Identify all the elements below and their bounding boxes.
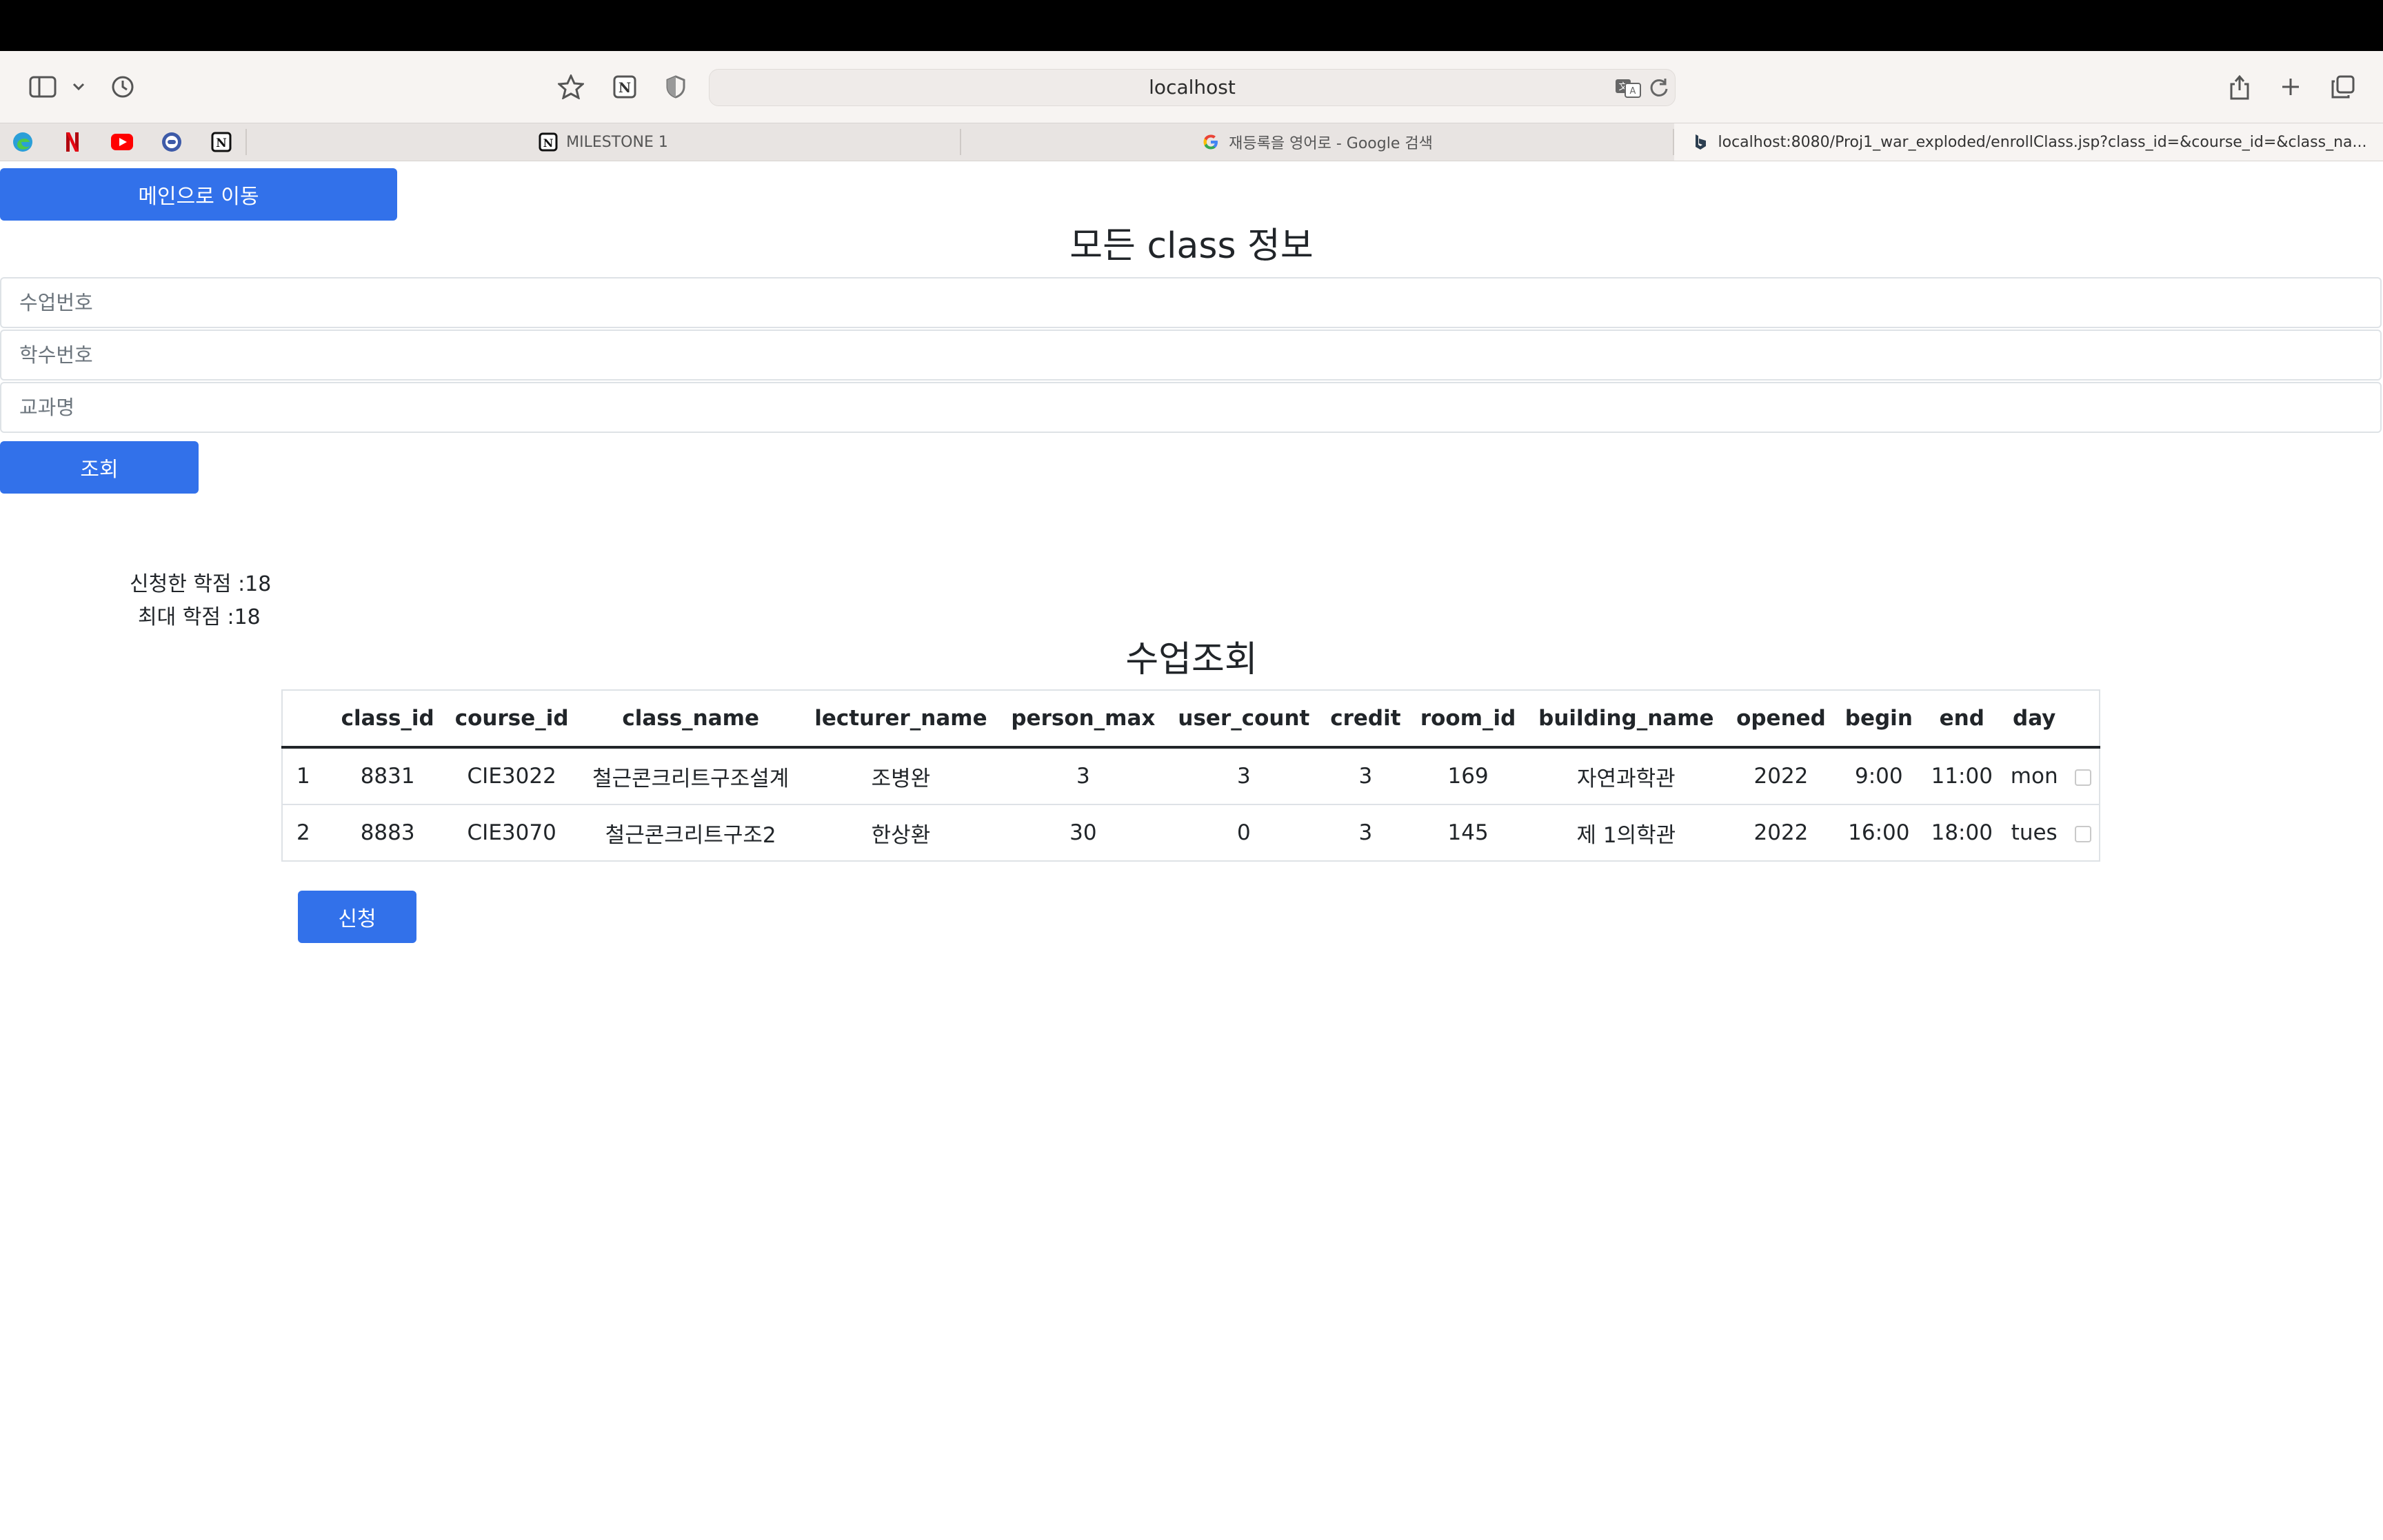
svg-text:N: N xyxy=(543,136,554,150)
column-header-class-name: class_name xyxy=(579,690,803,749)
column-header-credit: credit xyxy=(1320,690,1411,749)
class-name-search-input[interactable] xyxy=(0,382,2382,433)
table-title: 수업조회 xyxy=(1125,639,1258,680)
column-header-course-id: course_id xyxy=(444,690,580,749)
youtube-icon[interactable] xyxy=(110,130,134,154)
row-index: 2 xyxy=(282,804,331,862)
google-icon xyxy=(1201,132,1220,152)
cell-begin: 16:00 xyxy=(1836,804,1922,862)
tab-label: MILESTONE 1 xyxy=(566,133,668,151)
tab-enroll-class[interactable]: localhost:8080/Proj1_war_exploded/enroll… xyxy=(1674,123,2383,161)
max-credits-text: 최대 학점 :18 xyxy=(138,605,261,629)
course-id-search-input[interactable] xyxy=(0,330,2382,381)
row-select-checkbox[interactable] xyxy=(2074,769,2091,786)
tab-milestone[interactable]: N MILESTONE 1 xyxy=(247,123,960,161)
netflix-icon[interactable] xyxy=(61,130,84,154)
translate-icon[interactable]: 文A xyxy=(1614,77,1642,101)
row-select-checkbox[interactable] xyxy=(2074,825,2091,842)
sidebar-toggle-icon[interactable] xyxy=(28,69,58,105)
cell-person-max: 30 xyxy=(999,804,1167,862)
column-header-person-max: person_max xyxy=(999,690,1167,749)
cell-class-id: 8831 xyxy=(331,747,445,805)
column-header-room-id: room_id xyxy=(1410,690,1527,749)
cell-day: mon xyxy=(2002,747,2067,805)
notion-icon: N xyxy=(539,132,558,152)
column-header-select xyxy=(2067,690,2100,749)
cell-lecturer-name: 한상환 xyxy=(802,804,1000,862)
cell-begin: 9:00 xyxy=(1836,747,1922,805)
column-header-opened: opened xyxy=(1726,690,1836,749)
cell-course-id: CIE3070 xyxy=(444,804,580,862)
cell-class-name: 철근콘크리트구조2 xyxy=(579,804,803,862)
tab-label: localhost:8080/Proj1_war_exploded/enroll… xyxy=(1718,133,2367,151)
tab-label: 재등록을 영어로 - Google 검색 xyxy=(1229,135,1433,152)
notion-extension-icon[interactable]: N xyxy=(610,69,640,105)
applied-credits-text: 신청한 학점 :18 xyxy=(130,572,272,596)
chat-icon[interactable] xyxy=(160,130,183,154)
column-header-begin: begin xyxy=(1836,690,1922,749)
cell-end: 11:00 xyxy=(1922,747,2002,805)
cell-credit: 3 xyxy=(1320,804,1411,862)
cell-building-name: 제 1의학관 xyxy=(1526,804,1727,862)
search-submit-button[interactable]: 조회 xyxy=(0,441,199,494)
column-header-index xyxy=(282,690,331,749)
cell-class-name: 철근콘크리트구조설계 xyxy=(579,747,803,805)
tab-overview-icon[interactable] xyxy=(2328,69,2358,105)
address-bar-url: localhost xyxy=(1149,76,1236,99)
screen-top-bar xyxy=(0,0,2383,51)
cell-class-id: 8883 xyxy=(331,804,445,862)
column-header-end: end xyxy=(1922,690,2002,749)
edge-icon[interactable] xyxy=(11,130,34,154)
class-id-search-input[interactable] xyxy=(0,277,2382,328)
privacy-shield-icon[interactable] xyxy=(662,69,690,105)
table-row: 1 8831 CIE3022 철근콘크리트구조설계 조병완 3 3 3 169 … xyxy=(282,747,2100,805)
table-row: 2 8883 CIE3070 철근콘크리트구조2 한상환 30 0 3 145 … xyxy=(282,804,2100,862)
bookmark-star-icon[interactable] xyxy=(556,69,586,105)
column-header-lecturer-name: lecturer_name xyxy=(802,690,1000,749)
row-index: 1 xyxy=(282,747,331,805)
reload-icon[interactable] xyxy=(1649,77,1669,101)
cell-room-id: 145 xyxy=(1410,804,1527,862)
column-header-building-name: building_name xyxy=(1526,690,1727,749)
tab-bar: N N MILESTONE 1 재등록을 영어로 - Google 검색 loc… xyxy=(0,123,2383,161)
notion-icon[interactable]: N xyxy=(210,130,233,154)
column-header-user-count: user_count xyxy=(1167,690,1321,749)
cell-user-count: 0 xyxy=(1167,804,1321,862)
cell-building-name: 자연과학관 xyxy=(1526,747,1727,805)
site-icon xyxy=(1691,132,1710,152)
share-icon[interactable] xyxy=(2224,69,2255,105)
cell-credit: 3 xyxy=(1320,747,1411,805)
go-to-main-button[interactable]: 메인으로 이동 xyxy=(0,168,397,221)
table-header-row: class_id course_id class_name lecturer_n… xyxy=(282,690,2100,749)
class-table: class_id course_id class_name lecturer_n… xyxy=(281,689,2100,862)
svg-text:N: N xyxy=(216,136,227,150)
svg-text:N: N xyxy=(619,79,631,96)
column-header-class-id: class_id xyxy=(331,690,445,749)
enroll-button[interactable]: 신청 xyxy=(298,891,416,943)
cell-select xyxy=(2067,747,2100,805)
tab-google-search[interactable]: 재등록을 영어로 - Google 검색 xyxy=(961,123,1673,161)
cell-opened: 2022 xyxy=(1726,747,1836,805)
cell-user-count: 3 xyxy=(1167,747,1321,805)
cell-opened: 2022 xyxy=(1726,804,1836,862)
new-tab-plus-icon[interactable] xyxy=(2275,69,2306,105)
cell-end: 18:00 xyxy=(1922,804,2002,862)
cell-select xyxy=(2067,804,2100,862)
cell-course-id: CIE3022 xyxy=(444,747,580,805)
cell-person-max: 3 xyxy=(999,747,1167,805)
cell-day: tues xyxy=(2002,804,2067,862)
cell-lecturer-name: 조병완 xyxy=(802,747,1000,805)
cell-room-id: 169 xyxy=(1410,747,1527,805)
chevron-down-icon[interactable] xyxy=(70,69,87,105)
column-header-day: day xyxy=(2002,690,2067,749)
address-bar[interactable]: localhost 文A xyxy=(709,69,1676,106)
history-icon[interactable] xyxy=(108,69,138,105)
page-title: 모든 class 정보 xyxy=(1069,225,1314,267)
svg-text:A: A xyxy=(1630,86,1636,97)
